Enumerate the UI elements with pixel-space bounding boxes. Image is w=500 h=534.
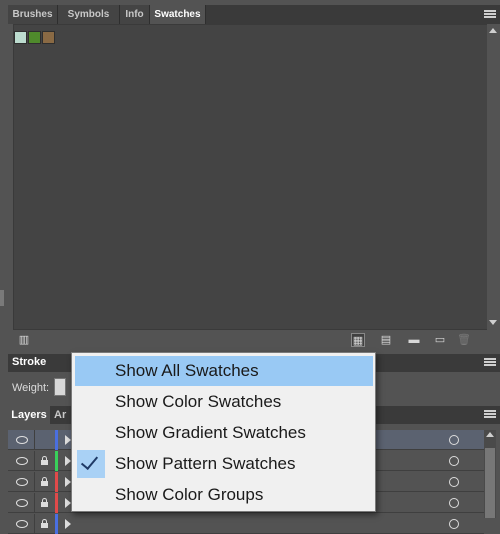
tab-symbols[interactable]: Symbols xyxy=(58,5,120,24)
tab-brushes[interactable]: Brushes xyxy=(8,5,58,24)
target-circle-icon[interactable] xyxy=(449,456,459,466)
pattern-swatch-3[interactable] xyxy=(42,31,55,44)
menu-item-label: Show Color Swatches xyxy=(115,392,282,411)
pattern-swatch-2[interactable] xyxy=(28,31,41,44)
swatches-panel: Brushes Symbols Info Swatches ▥ ▦ ▤ ▬ ▭ … xyxy=(8,0,500,352)
layers-panel-menu-icon[interactable] xyxy=(484,409,496,421)
menu-item-label: Show Color Groups xyxy=(115,485,264,504)
scroll-thumb[interactable] xyxy=(485,448,495,518)
tab-artboards[interactable]: Ar xyxy=(54,409,66,421)
layer-color-strip xyxy=(55,493,58,513)
window-edge-marker xyxy=(0,290,4,306)
visibility-eye-icon[interactable] xyxy=(16,457,28,465)
swatch-libraries-menu-icon[interactable]: ▥ xyxy=(17,333,31,347)
layer-row[interactable] xyxy=(8,514,484,534)
menu-item-show-pattern-swatches[interactable]: Show Pattern Swatches xyxy=(75,449,373,479)
swatch-scrollbar[interactable] xyxy=(487,24,499,330)
swatch-footer-toolbar: ▥ ▦ ▤ ▬ ▭ 🗑 xyxy=(13,330,488,350)
lock-icon[interactable] xyxy=(41,477,48,486)
lock-icon[interactable] xyxy=(41,519,48,528)
stroke-panel-menu-icon[interactable] xyxy=(484,357,496,369)
lock-icon[interactable] xyxy=(41,456,48,465)
tab-swatches[interactable]: Swatches xyxy=(150,5,206,24)
new-color-group-icon[interactable]: ▬ xyxy=(407,333,421,347)
stroke-weight-label: Weight: xyxy=(12,382,50,394)
tab-layers[interactable]: Layers xyxy=(8,406,50,424)
delete-swatch-icon[interactable]: 🗑 xyxy=(457,333,471,347)
checkmark-icon xyxy=(77,450,105,478)
pattern-swatch-1[interactable] xyxy=(14,31,27,44)
target-circle-icon[interactable] xyxy=(449,519,459,529)
tab-info[interactable]: Info xyxy=(120,5,150,24)
show-swatch-kinds-menu: Show All Swatches Show Color Swatches Sh… xyxy=(71,352,376,512)
layer-color-strip xyxy=(55,514,58,534)
lock-icon[interactable] xyxy=(41,498,48,507)
menu-item-show-color-swatches[interactable]: Show Color Swatches xyxy=(75,387,373,417)
menu-item-show-gradient-swatches[interactable]: Show Gradient Swatches xyxy=(75,418,373,448)
new-swatch-icon[interactable]: ▭ xyxy=(433,333,447,347)
layer-color-strip xyxy=(55,472,58,492)
expand-triangle-icon[interactable] xyxy=(65,519,71,529)
scroll-down-arrow-icon[interactable] xyxy=(489,320,497,325)
target-circle-icon[interactable] xyxy=(449,498,459,508)
visibility-eye-icon[interactable] xyxy=(16,478,28,486)
target-circle-icon[interactable] xyxy=(449,477,459,487)
panel-menu-icon[interactable] xyxy=(484,9,496,21)
menu-item-show-all-swatches[interactable]: Show All Swatches xyxy=(75,356,373,386)
panel-tab-bar: Brushes Symbols Info Swatches xyxy=(8,5,500,24)
visibility-eye-icon[interactable] xyxy=(16,499,28,507)
swatch-options-icon[interactable]: ▤ xyxy=(379,333,393,347)
scroll-up-arrow-icon[interactable] xyxy=(489,28,497,33)
visibility-eye-icon[interactable] xyxy=(16,436,28,444)
swatch-grid xyxy=(13,24,488,330)
layer-color-strip xyxy=(55,451,58,471)
scroll-up-arrow-icon[interactable] xyxy=(486,432,494,437)
menu-item-show-color-groups[interactable]: Show Color Groups xyxy=(75,480,373,510)
menu-item-label: Show Pattern Swatches xyxy=(115,454,296,473)
target-circle-icon[interactable] xyxy=(449,435,459,445)
stroke-weight-stepper[interactable] xyxy=(54,378,66,396)
layer-color-strip xyxy=(55,430,58,450)
layers-scrollbar[interactable] xyxy=(484,430,496,518)
visibility-eye-icon[interactable] xyxy=(16,520,28,528)
menu-item-label: Show Gradient Swatches xyxy=(115,423,306,442)
stroke-panel-title[interactable]: Stroke xyxy=(12,356,46,368)
menu-item-label: Show All Swatches xyxy=(115,361,259,380)
show-swatch-kinds-icon[interactable]: ▦ xyxy=(351,333,365,347)
